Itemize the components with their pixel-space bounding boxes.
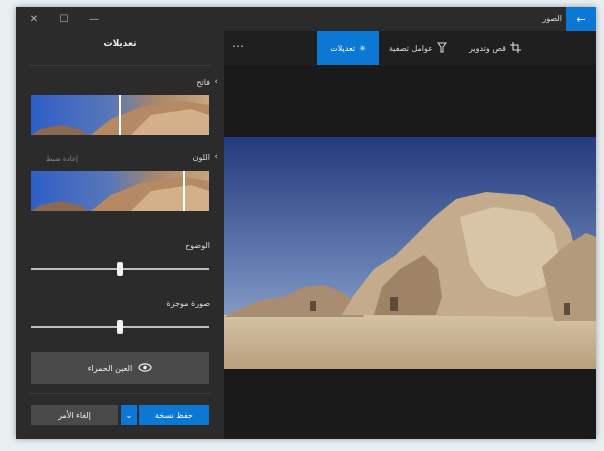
adjustments-panel: تعديلات ‹ فاتح ‹ اللون إعادة ضبط الوضوح … [16,31,224,439]
cancel-button[interactable]: إلغاء الأمر [31,405,118,425]
sun-icon: ✳ [359,43,366,53]
back-button[interactable]: ← [566,7,596,31]
app-title: الصور [542,14,562,23]
photo-canvas [224,65,596,439]
save-options-dropdown[interactable]: ⌄ [121,405,137,425]
vignette-slider-thumb[interactable] [117,320,123,334]
crop-icon [509,41,521,55]
edited-photo[interactable] [224,137,596,369]
back-arrow-icon: ← [576,12,586,26]
light-value-marker[interactable] [119,95,121,135]
tab-adjustments-label: تعديلات [330,43,356,53]
light-preview-strip[interactable] [31,95,209,135]
chevron-light-icon[interactable]: ‹ [214,77,218,87]
chevron-down-icon: ⌄ [125,410,133,420]
panel-title: تعديلات [103,39,137,49]
filter-icon [436,42,447,55]
save-copy-button[interactable]: حفظ نسخة [139,405,209,425]
light-label[interactable]: فاتح [196,78,210,87]
reset-button[interactable]: إعادة ضبط [46,155,78,163]
vignette-label: صورة موجزة [166,299,211,308]
tab-adjustments[interactable]: تعديلات ✳ [317,31,379,65]
red-eye-label: العين الحمراء [87,363,133,373]
color-label[interactable]: اللون [193,153,210,162]
tab-crop-rotate[interactable]: قص وتدوير [469,31,521,65]
clarity-slider-thumb[interactable] [117,262,123,276]
minimize-icon[interactable]: — [82,7,106,31]
color-value-marker[interactable] [183,171,185,211]
tab-filters-label: عوامل تصفية [389,43,433,53]
color-preview-strip[interactable] [31,171,209,211]
maximize-icon[interactable]: ☐ [52,7,76,31]
eye-icon [138,362,152,374]
tab-crop-label: قص وتدوير [469,43,506,53]
photos-window: ✕ ☐ — الصور ← تعديلات ‹ فاتح ‹ اللون إعا… [16,7,596,439]
more-options-button[interactable]: ⋯ [232,31,245,65]
divider [30,393,210,394]
tab-filters[interactable]: عوامل تصفية [389,31,447,65]
chevron-color-icon[interactable]: ‹ [214,152,218,162]
red-eye-button[interactable]: العين الحمراء [31,352,209,384]
clarity-label: الوضوح [185,241,210,250]
title-bar: ✕ ☐ — الصور ← [16,7,596,31]
divider [30,65,210,66]
close-icon[interactable]: ✕ [22,7,46,31]
editor-toolbar: ⋯ تعديلات ✳ عوامل تصفية قص وتدوير [224,31,596,65]
